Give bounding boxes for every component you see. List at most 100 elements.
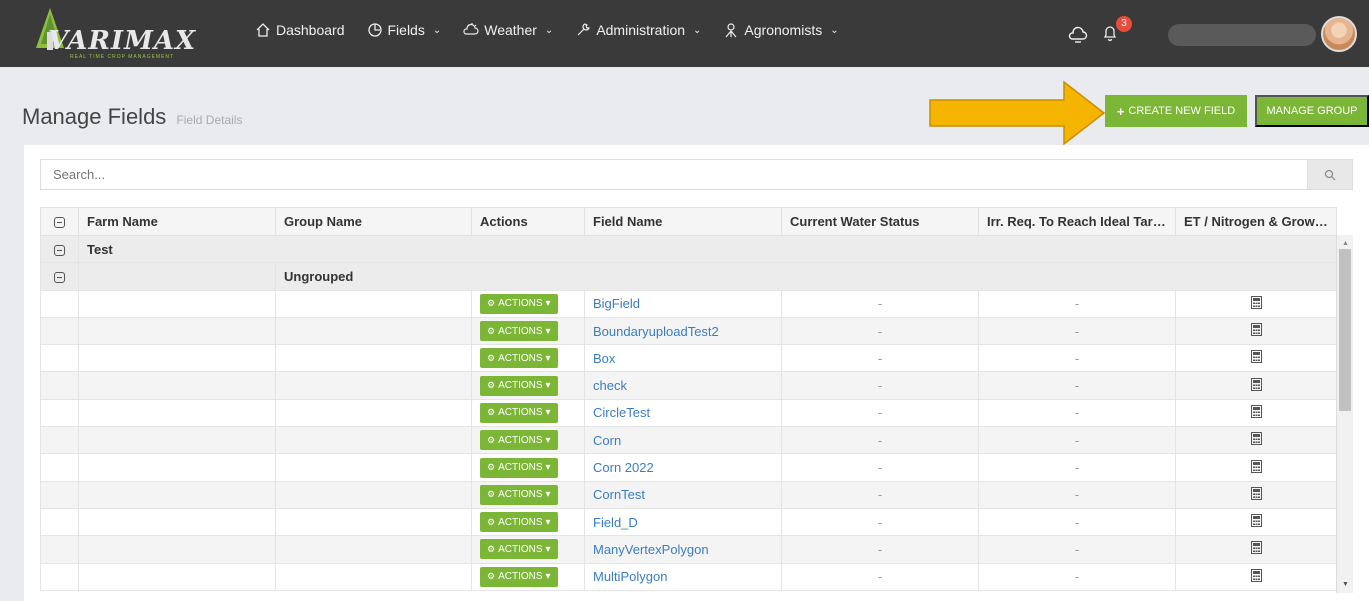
calculator-icon[interactable] bbox=[1250, 459, 1262, 473]
farm-name-cell bbox=[78, 344, 276, 373]
field-name-cell: CircleTest bbox=[584, 398, 782, 428]
water-status-cell: - bbox=[781, 507, 979, 537]
page-title-text: Manage Fields bbox=[22, 104, 167, 129]
water-status-cell: - bbox=[781, 289, 979, 318]
group-name-cell bbox=[275, 289, 472, 318]
calculator-icon[interactable] bbox=[1250, 432, 1262, 446]
farm-name-cell bbox=[78, 371, 276, 400]
field-name-link[interactable]: Box bbox=[593, 351, 615, 366]
field-name-link[interactable]: Corn 2022 bbox=[593, 460, 654, 475]
field-name-link[interactable]: CornTest bbox=[593, 487, 645, 502]
nav-fields[interactable]: Fields ⌄ bbox=[367, 22, 441, 38]
farm-name-cell bbox=[78, 289, 276, 318]
field-name-link[interactable]: check bbox=[593, 378, 627, 393]
et-nitrogen-cell bbox=[1175, 371, 1337, 400]
search-input[interactable] bbox=[40, 159, 1308, 190]
cloud-sync-icon[interactable] bbox=[1068, 26, 1088, 44]
actions-dropdown-button[interactable]: ⚙ ACTIONS ▾ bbox=[480, 321, 558, 342]
group-name-cell bbox=[275, 316, 472, 346]
calculator-icon[interactable] bbox=[1250, 295, 1262, 309]
collapse-all-toggle[interactable] bbox=[40, 207, 79, 236]
search-button[interactable] bbox=[1307, 159, 1353, 190]
field-name-link[interactable]: CircleTest bbox=[593, 405, 650, 420]
field-name-link[interactable]: ManyVertexPolygon bbox=[593, 542, 709, 557]
actions-cell: ⚙ ACTIONS ▾ bbox=[471, 426, 585, 455]
field-name-link[interactable]: BigField bbox=[593, 296, 640, 311]
col-water-status[interactable]: Current Water Status bbox=[781, 207, 979, 236]
caret-down-icon: ▾ bbox=[545, 325, 551, 337]
nav-dashboard[interactable]: Dashboard bbox=[255, 22, 345, 38]
calculator-icon[interactable] bbox=[1250, 514, 1262, 528]
actions-dropdown-button[interactable]: ⚙ ACTIONS ▾ bbox=[480, 512, 558, 533]
actions-dropdown-button[interactable]: ⚙ ACTIONS ▾ bbox=[480, 484, 558, 505]
calculator-icon[interactable] bbox=[1250, 323, 1262, 337]
caret-down-icon: ▾ bbox=[545, 543, 551, 555]
actions-dropdown-button[interactable]: ⚙ ACTIONS ▾ bbox=[480, 539, 558, 560]
logo-subtitle: REAL TIME CROP MANAGEMENT bbox=[70, 54, 175, 60]
weather-icon bbox=[463, 23, 479, 35]
farm-name-cell bbox=[78, 480, 276, 509]
calculator-icon[interactable] bbox=[1250, 404, 1262, 418]
irr-req-cell: - bbox=[978, 289, 1176, 318]
create-new-field-button[interactable]: + CREATE NEW FIELD bbox=[1105, 95, 1247, 127]
col-actions[interactable]: Actions bbox=[471, 207, 585, 236]
water-status-cell: - bbox=[781, 426, 979, 455]
manage-group-button[interactable]: MANAGE GROUP bbox=[1255, 95, 1369, 127]
water-status-cell: - bbox=[781, 562, 979, 591]
field-name-link[interactable]: MultiPolygon bbox=[593, 569, 667, 584]
farm-group-toggle[interactable] bbox=[40, 234, 79, 264]
sub-group-toggle[interactable] bbox=[40, 262, 79, 291]
actions-dropdown-button[interactable]: ⚙ ACTIONS ▾ bbox=[480, 457, 558, 478]
actions-label: ACTIONS bbox=[498, 462, 543, 474]
fields-icon bbox=[367, 23, 382, 37]
sub-group-label: Ungrouped bbox=[275, 262, 1337, 291]
et-nitrogen-cell bbox=[1175, 398, 1337, 428]
calculator-icon[interactable] bbox=[1250, 350, 1262, 364]
field-name-link[interactable]: Corn bbox=[593, 433, 621, 448]
actions-label: ACTIONS bbox=[498, 571, 543, 583]
collapse-icon bbox=[54, 217, 65, 229]
table-row: ⚙ ACTIONS ▾ BigField - - bbox=[40, 289, 1337, 318]
logo[interactable]: VARIMAX REAL TIME CROP MANAGEMENT bbox=[30, 8, 200, 62]
page-title: Manage Fields Field Details bbox=[22, 104, 242, 130]
actions-dropdown-button[interactable]: ⚙ ACTIONS ▾ bbox=[480, 430, 558, 451]
irr-req-cell: - bbox=[978, 344, 1176, 373]
actions-dropdown-button[interactable]: ⚙ ACTIONS ▾ bbox=[480, 293, 558, 314]
field-name-link[interactable]: BoundaryuploadTest2 bbox=[593, 324, 719, 339]
calculator-icon[interactable] bbox=[1250, 377, 1262, 391]
col-irr-req[interactable]: Irr. Req. To Reach Ideal Targ... bbox=[978, 207, 1176, 236]
col-farm-name[interactable]: Farm Name bbox=[78, 207, 276, 236]
fields-table: Farm Name Group Name Actions Field Name … bbox=[40, 207, 1337, 591]
field-name-link[interactable]: Field_D bbox=[593, 515, 638, 530]
col-field-name[interactable]: Field Name bbox=[584, 207, 782, 236]
calculator-icon[interactable] bbox=[1250, 541, 1262, 555]
calculator-icon[interactable] bbox=[1250, 486, 1262, 500]
avatar[interactable] bbox=[1321, 16, 1357, 52]
table-scrollbar[interactable]: ▲ ▼ bbox=[1336, 235, 1353, 593]
irr-req-cell: - bbox=[978, 507, 1176, 537]
gear-icon: ⚙ bbox=[487, 543, 496, 554]
actions-dropdown-button[interactable]: ⚙ ACTIONS ▾ bbox=[480, 402, 558, 423]
gear-icon: ⚙ bbox=[487, 380, 496, 391]
nav-agronomists[interactable]: Agronomists ⌄ bbox=[723, 22, 839, 38]
nav-weather[interactable]: Weather ⌄ bbox=[463, 22, 553, 38]
notification-badge: 3 bbox=[1116, 16, 1132, 32]
actions-dropdown-button[interactable]: ⚙ ACTIONS ▾ bbox=[480, 375, 558, 396]
group-name-cell bbox=[275, 535, 472, 564]
scroll-down-icon[interactable]: ▼ bbox=[1342, 581, 1349, 588]
irr-req-cell: - bbox=[978, 535, 1176, 564]
col-et-nitrogen[interactable]: ET / Nitrogen & Growt... bbox=[1175, 207, 1337, 236]
scroll-up-icon[interactable]: ▲ bbox=[1342, 240, 1349, 247]
scrollbar-thumb[interactable] bbox=[1339, 249, 1351, 411]
plus-icon: + bbox=[1116, 103, 1125, 119]
actions-dropdown-button[interactable]: ⚙ ACTIONS ▾ bbox=[480, 348, 558, 369]
field-name-cell: BigField bbox=[584, 289, 782, 318]
actions-dropdown-button[interactable]: ⚙ ACTIONS ▾ bbox=[480, 566, 558, 587]
sub-group-spacer bbox=[78, 262, 276, 291]
group-name-cell bbox=[275, 371, 472, 400]
calculator-icon[interactable] bbox=[1250, 568, 1262, 582]
user-name-pill[interactable] bbox=[1168, 24, 1316, 46]
col-group-name[interactable]: Group Name bbox=[275, 207, 472, 236]
nav-administration[interactable]: Administration ⌄ bbox=[575, 22, 701, 38]
actions-label: ACTIONS bbox=[498, 489, 543, 501]
